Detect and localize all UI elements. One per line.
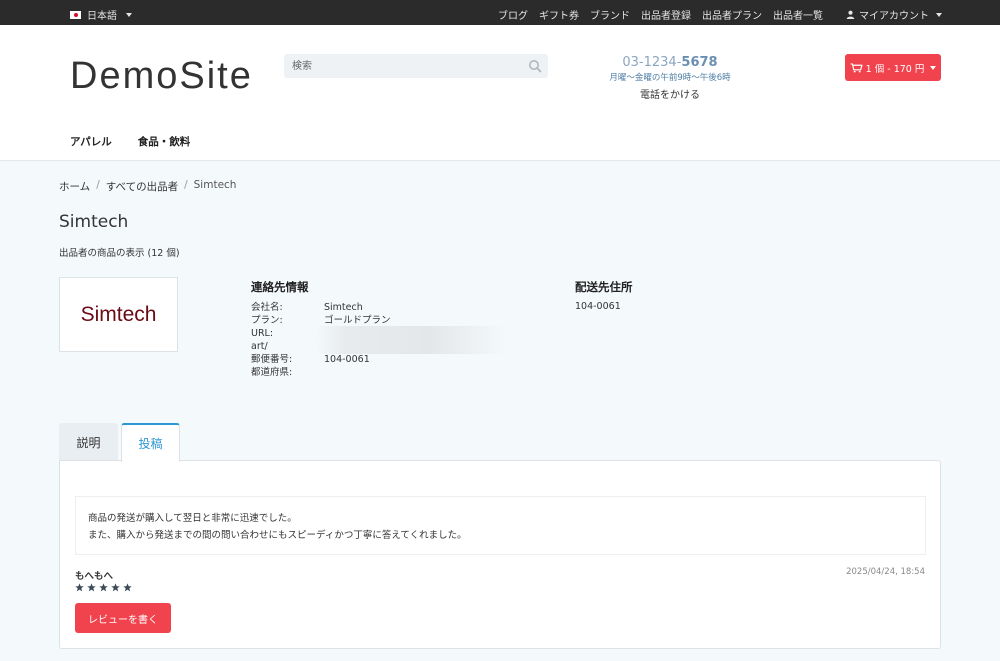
language-selector[interactable]: 日本語: [70, 7, 132, 22]
language-label: 日本語: [87, 11, 117, 22]
shipping-address: 配送先住所 104-0061: [575, 279, 633, 312]
review-text: 商品の発送が購入して翌日と非常に迅速でした。 また、購入から発送までの間の問い合…: [75, 496, 926, 555]
category-menu: アパレル 食品・飲料: [70, 134, 190, 149]
review-author: もへもへ: [75, 571, 114, 582]
search-box: [284, 54, 548, 79]
contact-value: Simtech: [324, 302, 363, 313]
cart-icon: [850, 62, 863, 73]
tab-posts[interactable]: 投稿: [121, 423, 180, 462]
tab-description[interactable]: 説明: [59, 423, 118, 461]
cart-button[interactable]: 1 個 - 170 円: [845, 54, 941, 81]
top-nav-vendor-list[interactable]: 出品者一覧: [773, 7, 823, 22]
contact-label: 郵便番号:: [251, 354, 293, 365]
vendor-logo: Simtech: [59, 277, 178, 352]
top-nav-gift-cards[interactable]: ギフト券: [539, 7, 579, 22]
shipping-zip: 104-0061: [575, 301, 621, 312]
contact-label: 都道府県:: [251, 367, 293, 378]
star-icon: [123, 583, 132, 592]
page-title: Simtech: [59, 212, 129, 232]
call-link[interactable]: 電話をかける: [600, 86, 740, 101]
top-nav-vendor-signup[interactable]: 出品者登録: [641, 7, 691, 22]
top-nav-vendor-plans[interactable]: 出品者プラン: [702, 7, 762, 22]
contact-heading: 連絡先情報: [251, 280, 309, 294]
breadcrumb: ホーム / すべての出品者 / Simtech: [59, 179, 236, 194]
business-hours: 月曜〜金曜の午前9時〜午後6時: [609, 73, 731, 83]
star-icon: [99, 583, 108, 592]
review-rating: [75, 583, 132, 592]
phone-number: 03-1234-5678: [622, 55, 718, 70]
posts-panel: 商品の発送が購入して翌日と非常に迅速でした。 また、購入から発送までの間の問い合…: [59, 460, 941, 649]
write-review-button[interactable]: レビューを書く: [75, 603, 171, 633]
contact-label: URL:: [251, 328, 274, 339]
shipping-heading: 配送先住所: [575, 280, 633, 294]
contact-value: 104-0061: [324, 354, 370, 365]
contact-row-zip: 郵便番号: 104-0061: [251, 353, 391, 366]
search-input[interactable]: [284, 54, 514, 79]
japan-flag-icon: [70, 10, 81, 19]
breadcrumb-current: Simtech: [193, 179, 237, 191]
breadcrumb-separator: /: [96, 179, 100, 191]
vendor-products-link[interactable]: 出品者の商品の表示 (12 個): [59, 245, 180, 259]
vendor-tabs: 説明 投稿: [59, 423, 180, 462]
star-icon: [75, 583, 84, 592]
star-icon: [111, 583, 120, 592]
top-nav: ブログ ギフト券 ブランド 出品者登録 出品者プラン 出品者一覧: [498, 7, 823, 22]
review-date: 2025/04/24, 18:54: [846, 567, 925, 577]
site-logo[interactable]: DemoSite: [70, 55, 253, 98]
caret-down-icon: [936, 12, 942, 17]
menu-item-food-drink[interactable]: 食品・飲料: [138, 134, 191, 149]
caret-down-icon: [930, 65, 937, 70]
review-line: 商品の発送が購入して翌日と非常に迅速でした。: [88, 513, 297, 524]
star-icon: [87, 583, 96, 592]
my-account-menu[interactable]: マイアカウント: [846, 7, 942, 22]
contact-label: 会社名:: [251, 302, 283, 313]
phone-block: 03-1234-5678 月曜〜金曜の午前9時〜午後6時 電話をかける: [600, 55, 740, 101]
redacted-url-blur: [316, 326, 506, 354]
breadcrumb-separator: /: [184, 179, 188, 191]
search-icon[interactable]: [528, 59, 542, 73]
contact-row-company: 会社名: Simtech: [251, 301, 391, 314]
review-line: また、購入から発送までの間の問い合わせにもスピーディかつ丁寧に答えてくれました。: [88, 530, 467, 541]
top-bar: 日本語 ブログ ギフト券 ブランド 出品者登録 出品者プラン 出品者一覧 マイア…: [0, 0, 1000, 25]
caret-down-icon: [126, 12, 132, 17]
my-account-label: マイアカウント: [859, 11, 929, 22]
top-nav-blog[interactable]: ブログ: [498, 7, 528, 22]
user-icon: [846, 10, 855, 19]
top-nav-brands[interactable]: ブランド: [590, 7, 630, 22]
contact-label: プラン:: [251, 315, 283, 326]
contact-label: art/: [251, 341, 268, 352]
breadcrumb-all-vendors[interactable]: すべての出品者: [106, 179, 178, 194]
breadcrumb-home[interactable]: ホーム: [59, 179, 90, 194]
cart-summary: 1 個 - 170 円: [865, 63, 925, 75]
contact-row-prefecture: 都道府県:: [251, 366, 391, 379]
site-header: DemoSite 03-1234-5678 月曜〜金曜の午前9時〜午後6時 電話…: [0, 25, 1000, 161]
menu-item-apparel[interactable]: アパレル: [70, 134, 112, 149]
